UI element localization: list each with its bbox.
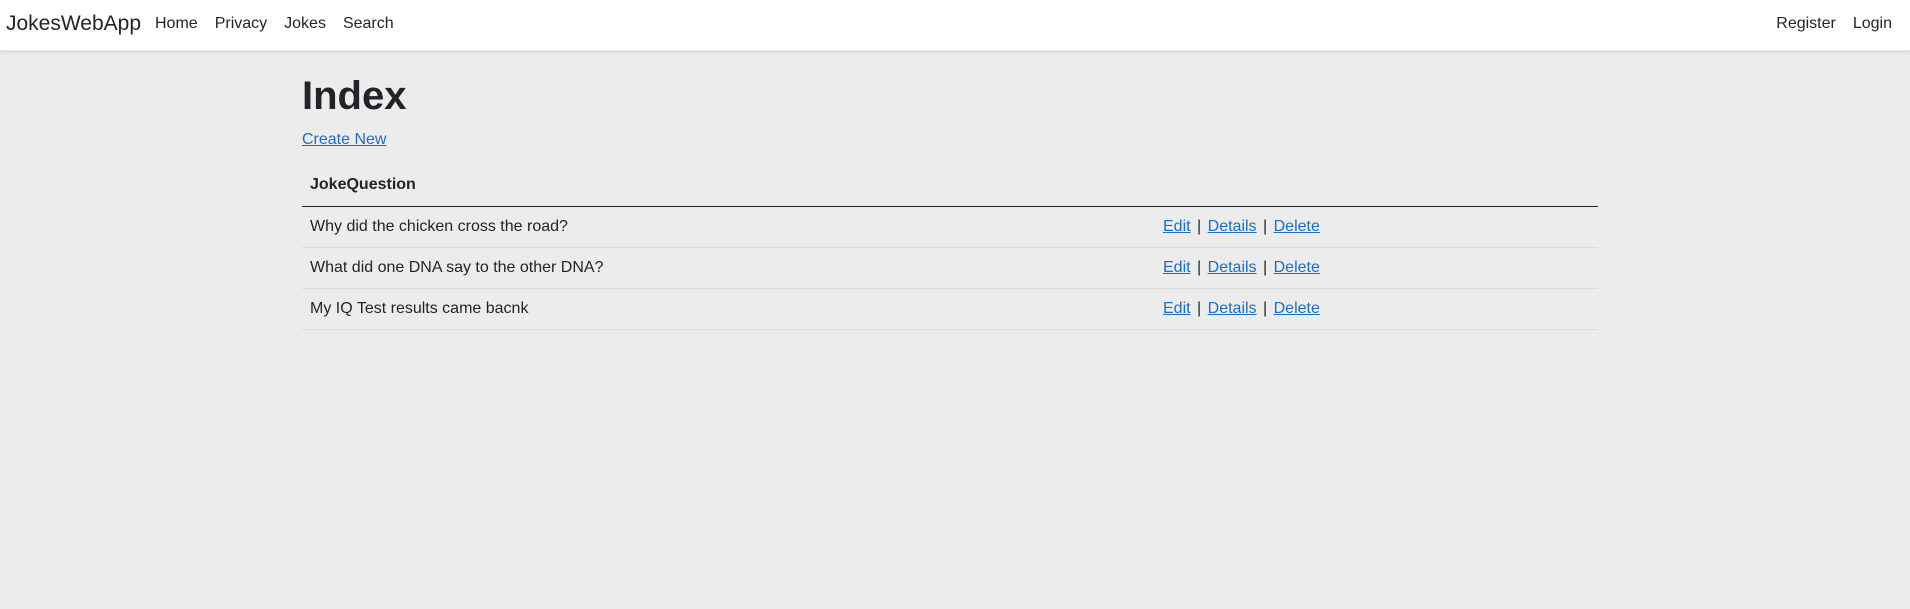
actions-cell: Edit | Details | Delete: [1155, 288, 1598, 330]
edit-link[interactable]: Edit: [1163, 259, 1191, 276]
create-new-link[interactable]: Create New: [302, 131, 386, 149]
details-link[interactable]: Details: [1208, 300, 1257, 317]
joke-question-cell: What did one DNA say to the other DNA?: [302, 247, 1155, 289]
navbar: JokesWebApp Home Privacy Jokes Search Re…: [0, 0, 1910, 51]
table-row: Why did the chicken cross the road? Edit…: [302, 206, 1598, 248]
separator: |: [1263, 217, 1268, 235]
nav-link-search[interactable]: Search: [343, 14, 394, 34]
nav-left: Home Privacy Jokes Search: [155, 14, 411, 34]
separator: |: [1197, 217, 1202, 235]
column-header-actions: [1155, 165, 1598, 207]
separator: |: [1197, 258, 1202, 276]
separator: |: [1197, 299, 1202, 317]
edit-link[interactable]: Edit: [1163, 218, 1191, 235]
nav-link-privacy[interactable]: Privacy: [215, 14, 267, 34]
table-header-row: JokeQuestion: [302, 165, 1598, 207]
details-link[interactable]: Details: [1208, 259, 1257, 276]
delete-link[interactable]: Delete: [1274, 259, 1320, 276]
main-content: Index Create New JokeQuestion Why did th…: [302, 51, 1598, 330]
joke-question-cell: Why did the chicken cross the road?: [302, 206, 1155, 248]
edit-link[interactable]: Edit: [1163, 300, 1191, 317]
table-row: What did one DNA say to the other DNA? E…: [302, 247, 1598, 289]
nav-link-home[interactable]: Home: [155, 14, 198, 34]
nav-right: Register Login: [1759, 14, 1892, 34]
nav-link-jokes[interactable]: Jokes: [284, 14, 326, 34]
separator: |: [1263, 258, 1268, 276]
table-row: My IQ Test results came bacnk Edit | Det…: [302, 288, 1598, 330]
details-link[interactable]: Details: [1208, 218, 1257, 235]
nav-link-login[interactable]: Login: [1853, 14, 1892, 34]
jokes-table: JokeQuestion Why did the chicken cross t…: [302, 165, 1598, 330]
delete-link[interactable]: Delete: [1274, 300, 1320, 317]
column-header-joke-question: JokeQuestion: [302, 165, 1155, 207]
brand-link[interactable]: JokesWebApp: [6, 12, 141, 36]
nav-link-register[interactable]: Register: [1776, 14, 1836, 34]
actions-cell: Edit | Details | Delete: [1155, 247, 1598, 289]
separator: |: [1263, 299, 1268, 317]
actions-cell: Edit | Details | Delete: [1155, 206, 1598, 248]
delete-link[interactable]: Delete: [1274, 218, 1320, 235]
joke-question-cell: My IQ Test results came bacnk: [302, 288, 1155, 330]
page-title: Index: [302, 74, 407, 118]
